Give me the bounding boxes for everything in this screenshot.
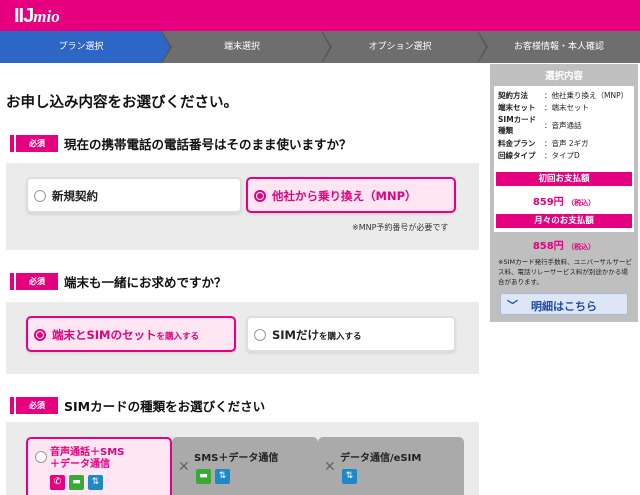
sms-icon: ▬ xyxy=(69,475,84,490)
required-badge: 必須 xyxy=(16,135,58,152)
initial-payment-label: 初回お支払額 xyxy=(496,172,632,186)
unavailable-x-icon: ✕ xyxy=(178,459,190,475)
step-device: 端末選択 xyxy=(162,31,332,63)
initial-payment-amount: 859円 （税込） xyxy=(532,197,596,208)
monthly-payment-amount: 858円 （税込） xyxy=(532,241,596,252)
question-3-text: SIMカードの種類をお選びください xyxy=(64,399,266,414)
sms-icon: ▬ xyxy=(196,469,211,484)
question-2-panel: 端末とSIMのセットを購入する SIMだけを購入する xyxy=(6,302,479,374)
question-1-text: 現在の携帯電話の電話番号はそのまま使いますか？ xyxy=(64,137,352,152)
required-badge: 必須 xyxy=(16,397,58,414)
summary-title: 選択内容 xyxy=(544,71,583,82)
unavailable-x-icon: ✕ xyxy=(324,459,336,475)
question-2-text: 端末も一緒にお求めですか？ xyxy=(64,275,227,290)
iijmio-logo[interactable]: IIJmio xyxy=(14,5,60,28)
summary-row: 回線タイプ ：タイプD xyxy=(498,151,580,160)
required-badge: 必須 xyxy=(16,273,58,290)
option-sim-only[interactable]: SIMだけを購入する xyxy=(246,316,456,352)
summary-row: 料金プラン ：音声 2ギガ xyxy=(498,139,589,148)
option-mnp[interactable]: 他社から乗り換え（MNP） xyxy=(246,177,456,213)
radio-selected-icon xyxy=(254,190,266,202)
step-option: オプション選択 xyxy=(322,31,488,63)
data-icon: ⇅ xyxy=(342,469,357,484)
summary-row: 契約方法 ：他社乗り換え（MNP） xyxy=(498,91,629,100)
step-plan: プラン選択 xyxy=(0,31,172,63)
sim-card-voice-sms-data[interactable]: 音声通話＋SMS ＋データ通信 ✆ ▬ ⇅ xyxy=(26,437,172,495)
mnp-note: ※MNP予約番号が必要です xyxy=(352,223,449,232)
data-icon: ⇅ xyxy=(88,475,103,490)
radio-selected-icon xyxy=(35,451,47,463)
option-device-sim-set[interactable]: 端末とSIMのセットを購入する xyxy=(26,316,236,352)
radio-icon xyxy=(34,190,46,202)
page-title: お申し込み内容をお選びください。 xyxy=(6,95,238,111)
detail-button[interactable]: ﹀ 明細はこちら xyxy=(500,293,628,315)
summary-details: 契約方法 ：他社乗り換え（MNP） 端末セット ：端末セット SIMカード種類：音声… xyxy=(494,86,634,232)
data-icon: ⇅ xyxy=(215,469,230,484)
summary-note: ※SIMカード発行手数料、ユニバーサルサービス料、電話リレーサービス料が別途かか… xyxy=(498,258,632,286)
chevron-down-icon: ﹀ xyxy=(507,299,518,312)
step-customer-info: お客様情報・本人確認 xyxy=(513,42,604,52)
progress-steps: プラン選択 端末選択 オプション選択 お客様情報・本人確認 xyxy=(0,31,640,63)
app-header: IIJmio xyxy=(0,0,640,31)
radio-selected-icon xyxy=(34,329,46,341)
monthly-payment-label: 月々のお支払額 xyxy=(496,214,632,228)
radio-icon xyxy=(254,329,266,341)
phone-icon: ✆ xyxy=(50,475,65,490)
option-new-contract[interactable]: 新規契約 xyxy=(26,177,242,213)
question-1-panel: 新規契約 他社から乗り換え（MNP） ※MNP予約番号が必要です xyxy=(6,163,479,250)
sim-card-sms-data[interactable]: ✕ SMS＋データ通信 ▬ ⇅ xyxy=(172,437,318,495)
sim-card-data-esim[interactable]: ✕ データ通信/eSIM ⇅ xyxy=(318,437,464,495)
summary-row: 端末セット ：端末セット xyxy=(498,103,589,112)
summary-row: SIMカード種類：音声通話 xyxy=(498,115,582,135)
